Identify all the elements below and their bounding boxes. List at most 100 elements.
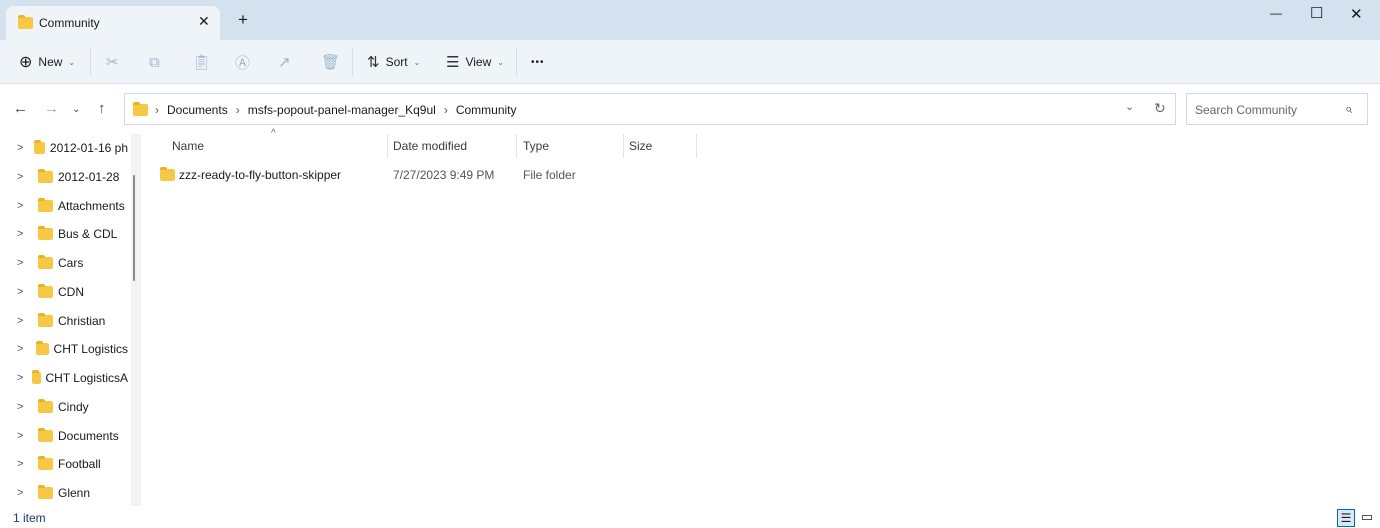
column-divider[interactable] bbox=[623, 134, 624, 158]
more-options-button[interactable]: ••• bbox=[531, 40, 545, 84]
chevron-right-icon[interactable]: > bbox=[17, 171, 33, 183]
plus-circle-icon: ⊕ bbox=[19, 54, 33, 71]
sidebar-item[interactable]: >2012-01-28 bbox=[0, 165, 128, 189]
sidebar-item[interactable]: > Cars bbox=[0, 251, 128, 275]
folder-icon bbox=[160, 167, 175, 181]
refresh-icon[interactable]: ↻ bbox=[1154, 100, 1166, 117]
file-date: 7/27/2023 9:49 PM bbox=[393, 168, 495, 182]
column-header-size[interactable]: Size bbox=[629, 139, 652, 153]
breadcrumb-msfs[interactable]: msfs-popout-panel-manager_Kq9ul bbox=[248, 103, 436, 117]
forward-button[interactable]: → bbox=[44, 100, 59, 117]
sidebar-item-label: CDN bbox=[58, 284, 84, 299]
sidebar-item-label: Documents bbox=[58, 428, 119, 443]
chevron-right-icon[interactable]: > bbox=[17, 142, 29, 154]
sidebar-item[interactable]: > Cindy bbox=[0, 395, 128, 419]
view-list-icon: ☰ bbox=[446, 54, 460, 71]
clipboard-icon: 📋︎ bbox=[192, 54, 212, 71]
sidebar-item[interactable]: > CHT LogisticsA bbox=[0, 366, 128, 390]
sidebar-item-label: Cars bbox=[58, 256, 84, 270]
chevron-right-icon[interactable]: > bbox=[17, 372, 27, 384]
sidebar-item-label: CHT Logistics bbox=[53, 342, 128, 357]
large-icons-view-button[interactable]: ▭ bbox=[1359, 509, 1375, 527]
search-box[interactable]: Search Community ⌕ bbox=[1186, 93, 1368, 125]
new-button[interactable]: ⊕ New ⌄ bbox=[19, 40, 75, 84]
sidebar-item-label: Football bbox=[58, 457, 101, 472]
maximize-button[interactable]: ☐ bbox=[1310, 4, 1323, 22]
breadcrumb-documents[interactable]: Documents bbox=[167, 103, 228, 117]
search-input[interactable]: Search Community bbox=[1195, 103, 1297, 117]
sort-label: Sort bbox=[385, 55, 408, 69]
share-button[interactable]: ↗ bbox=[278, 40, 291, 84]
column-header-date[interactable]: Date modified bbox=[393, 139, 467, 153]
sidebar-item[interactable]: > Documents bbox=[0, 424, 128, 448]
breadcrumb-separator: › bbox=[443, 103, 448, 117]
scrollbar-thumb[interactable] bbox=[133, 175, 135, 281]
recent-locations-button[interactable]: ⌄ bbox=[72, 104, 80, 115]
sort-button[interactable]: ⇅ Sort ⌄ bbox=[367, 40, 420, 84]
close-tab-icon[interactable]: ✕ bbox=[198, 13, 210, 30]
sidebar-scrollbar[interactable] bbox=[131, 134, 141, 506]
item-count: 1 item bbox=[13, 511, 46, 525]
folder-icon bbox=[38, 168, 53, 183]
sidebar-item[interactable]: > Glenn bbox=[0, 481, 128, 505]
chevron-right-icon[interactable]: > bbox=[17, 200, 33, 212]
sidebar-item[interactable]: > CHT Logistics bbox=[0, 337, 128, 361]
folder-icon bbox=[18, 15, 33, 29]
sidebar-item[interactable]: > CDN bbox=[0, 280, 128, 304]
sort-ascending-icon: ^ bbox=[271, 128, 276, 139]
chevron-right-icon[interactable]: > bbox=[17, 458, 33, 470]
folder-icon bbox=[35, 341, 49, 356]
folder-icon bbox=[38, 255, 53, 269]
column-header-name[interactable]: Name bbox=[172, 139, 204, 153]
column-divider[interactable] bbox=[387, 134, 388, 158]
rename-icon: Ⓐ bbox=[235, 54, 251, 72]
address-bar[interactable]: › Documents › msfs-popout-panel-manager_… bbox=[124, 93, 1176, 125]
details-view-button[interactable]: ☰ bbox=[1337, 509, 1355, 527]
chevron-right-icon[interactable]: > bbox=[17, 430, 33, 442]
sidebar-item[interactable]: > Christian bbox=[0, 309, 128, 333]
sidebar-item[interactable]: > Attachments bbox=[0, 194, 128, 218]
chevron-right-icon[interactable]: > bbox=[17, 343, 31, 355]
divider bbox=[516, 48, 517, 76]
copy-button[interactable]: ⧉ bbox=[149, 40, 160, 84]
sidebar-item-label: CHT LogisticsA bbox=[45, 371, 128, 385]
column-header-type[interactable]: Type bbox=[523, 139, 549, 153]
column-divider[interactable] bbox=[696, 134, 697, 158]
folder-icon bbox=[38, 226, 53, 241]
chevron-right-icon[interactable]: > bbox=[17, 286, 33, 298]
folder-icon bbox=[38, 398, 53, 413]
close-window-button[interactable]: ✕ bbox=[1350, 5, 1363, 23]
sidebar-item[interactable]: >2012-01-16 ph bbox=[0, 136, 128, 160]
chevron-right-icon[interactable]: > bbox=[17, 487, 33, 499]
file-name: zzz-ready-to-fly-button-skipper bbox=[179, 168, 342, 182]
chevron-right-icon[interactable]: > bbox=[17, 315, 33, 327]
breadcrumb-separator: › bbox=[155, 103, 159, 117]
sidebar-item-label: Attachments bbox=[58, 198, 125, 213]
back-button[interactable]: ← bbox=[13, 100, 28, 117]
chevron-right-icon[interactable]: > bbox=[17, 257, 33, 269]
sidebar-item[interactable]: > Football bbox=[0, 452, 128, 476]
column-divider[interactable] bbox=[516, 134, 517, 158]
view-button[interactable]: ☰ View ⌄ bbox=[446, 40, 504, 84]
file-row[interactable]: zzz-ready-to-fly-button-skipper 7/27/202… bbox=[150, 164, 710, 186]
status-bar: 1 item ☰ ▭ bbox=[0, 506, 1380, 528]
minimize-button[interactable]: — bbox=[1270, 6, 1282, 20]
delete-button[interactable]: 🗑︎ bbox=[321, 40, 340, 84]
folder-icon bbox=[38, 485, 53, 499]
address-dropdown-icon[interactable]: ⌄ bbox=[1125, 100, 1134, 113]
chevron-down-icon: ⌄ bbox=[68, 57, 76, 67]
chevron-right-icon[interactable]: > bbox=[17, 401, 33, 413]
rename-button[interactable]: Ⓐ bbox=[235, 40, 250, 84]
cut-button[interactable]: ✂ bbox=[106, 40, 119, 84]
paste-button[interactable]: 📋︎ bbox=[192, 40, 211, 84]
folder-icon bbox=[38, 283, 53, 298]
breadcrumb-community[interactable]: Community bbox=[456, 103, 517, 117]
sidebar-item-label: Bus & CDL bbox=[58, 227, 118, 242]
chevron-right-icon[interactable]: > bbox=[17, 228, 33, 240]
folder-icon bbox=[38, 456, 53, 471]
new-tab-button[interactable]: + bbox=[238, 10, 248, 30]
file-type: File folder bbox=[523, 168, 576, 182]
tab-community[interactable]: Community ✕ bbox=[6, 6, 220, 40]
up-button[interactable]: ↑ bbox=[98, 100, 106, 117]
sidebar-item[interactable]: > Bus & CDL bbox=[0, 222, 128, 246]
